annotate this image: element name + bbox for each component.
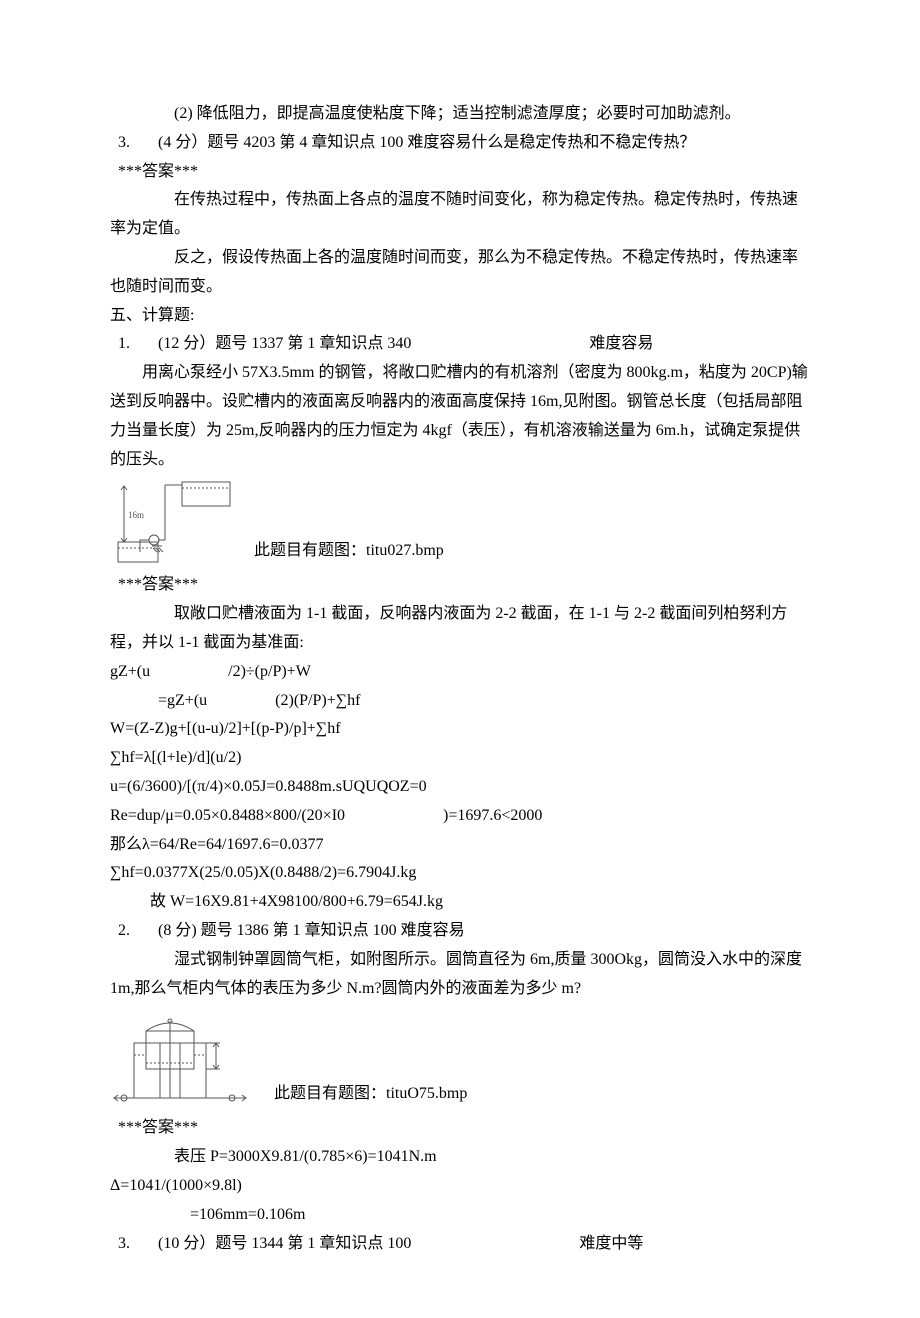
q2-figure-caption: 此题目有题图：tituO75.bmp (274, 1080, 467, 1109)
q1-figure-caption: 此题目有题图：titu027.bmp (254, 537, 444, 566)
section-5-heading: 五、计算题: (110, 302, 810, 331)
q2-answer-3: =106mm=0.106m (110, 1201, 810, 1230)
q1-calc-1a: gZ+(u (110, 663, 150, 680)
q2-figure (110, 1013, 260, 1108)
q2-body: 湿式钢制钟罩圆筒气柜，如附图所示。圆筒直径为 6m,质量 300Okg，圆筒没入… (110, 946, 810, 1004)
q1-head: (12 分）题号 1337 第 1 章知识点 340 难度容易 (158, 330, 810, 359)
q1-figure: 16m (110, 480, 240, 565)
q1-calc-6b: )=1697.6<2000 (443, 807, 542, 824)
q3-num: 3. (110, 129, 158, 158)
q1-calc-1b: /2)÷(p/P)+W (228, 663, 311, 680)
q1-head-right: 难度容易 (589, 335, 653, 352)
gasholder-diagram-icon (110, 1013, 260, 1108)
q1-head-left: (12 分）题号 1337 第 1 章知识点 340 (158, 335, 411, 352)
svg-text:16m: 16m (128, 510, 144, 520)
q3-answer-label: ***答案*** (118, 158, 810, 187)
line-filter-reduce: (2) 降低阻力，即提高温度使粘度下降；适当控制滤渣厚度；必要时可加助滤剂。 (110, 100, 810, 129)
q3-head: (4 分）题号 4203 第 4 章知识点 100 难度容易什么是稳定传热和不稳… (158, 129, 810, 158)
q1-calc-8: ∑hf=0.0377X(25/0.05)X(0.8488/2)=6.7904J.… (110, 859, 810, 888)
q1-calc-2a: =gZ+(u (158, 692, 207, 709)
q3-answer-p1: 在传热过程中，传热面上各点的温度不随时间变化，称为稳定传热。稳定传热时，传热速率… (110, 186, 810, 244)
q1-calc-1: gZ+(u /2)÷(p/P)+W (110, 658, 810, 687)
q1-calc-5: u=(6/3600)/[(π/4)×0.05J=0.8488m.sUQUQOZ=… (110, 773, 810, 802)
q1-calc-6: Re=dup/μ=0.05×0.8488×800/(20×I0 )=1697.6… (110, 802, 810, 831)
q1-body: 用离心泵经小 57X3.5mm 的钢管，将敞口贮槽内的有机溶剂（密度为 800k… (110, 359, 810, 474)
q1-calc-6a: Re=dup/μ=0.05×0.8488×800/(20×I0 (110, 807, 345, 824)
q5-3-num: 3. (110, 1230, 158, 1259)
q1-calc-9: 故 W=16X9.81+4X98100/800+6.79=654J.kg (110, 888, 810, 917)
q5-3-head-row: 3. (10 分）题号 1344 第 1 章知识点 100 难度中等 (110, 1230, 810, 1259)
q1-calc-3: W=(Z-Z)g+[(u-u)/2]+[(p-P)/p]+∑hf (110, 715, 810, 744)
q1-answer-label: ***答案*** (118, 571, 810, 600)
q2-num: 2. (110, 917, 158, 946)
q3-head-row: 3. (4 分）题号 4203 第 4 章知识点 100 难度容易什么是稳定传热… (110, 129, 810, 158)
q3-answer-p2: 反之，假设传热面上各的温度随时间而变，那么为不稳定传热。不稳定传热时，传热速率也… (110, 244, 810, 302)
q1-calc-7: 那么λ=64/Re=64/1697.6=0.0377 (110, 831, 810, 860)
q2-head: (8 分) 题号 1386 第 1 章知识点 100 难度容易 (158, 917, 810, 946)
q1-figure-row: 16m 此题目有题图：titu027.bmp (110, 480, 810, 565)
q2-head-row: 2. (8 分) 题号 1386 第 1 章知识点 100 难度容易 (110, 917, 810, 946)
q2-answer-2: Δ=1041/(1000×9.8l) (110, 1172, 810, 1201)
q2-answer-label: ***答案*** (118, 1114, 810, 1143)
pump-diagram-icon: 16m (110, 480, 240, 565)
q5-3-head-right: 难度中等 (579, 1235, 643, 1252)
q1-num: 1. (110, 330, 158, 359)
q1-answer-intro: 取敞口贮槽液面为 1-1 截面，反响器内液面为 2-2 截面，在 1-1 与 2… (110, 600, 810, 658)
q2-figure-row: 此题目有题图：tituO75.bmp (110, 1013, 810, 1108)
q1-calc-2b: (2)(P/P)+∑hf (275, 692, 360, 709)
q1-calc-2: =gZ+(u (2)(P/P)+∑hf (110, 687, 810, 716)
q1-calc-4: ∑hf=λ[(l+le)/d](u/2) (110, 744, 810, 773)
q1-head-row: 1. (12 分）题号 1337 第 1 章知识点 340 难度容易 (110, 330, 810, 359)
q5-3-head-left: (10 分）题号 1344 第 1 章知识点 100 (158, 1235, 411, 1252)
q2-answer-1: 表压 P=3000X9.81/(0.785×6)=1041N.m (110, 1143, 810, 1172)
q5-3-head: (10 分）题号 1344 第 1 章知识点 100 难度中等 (158, 1230, 810, 1259)
